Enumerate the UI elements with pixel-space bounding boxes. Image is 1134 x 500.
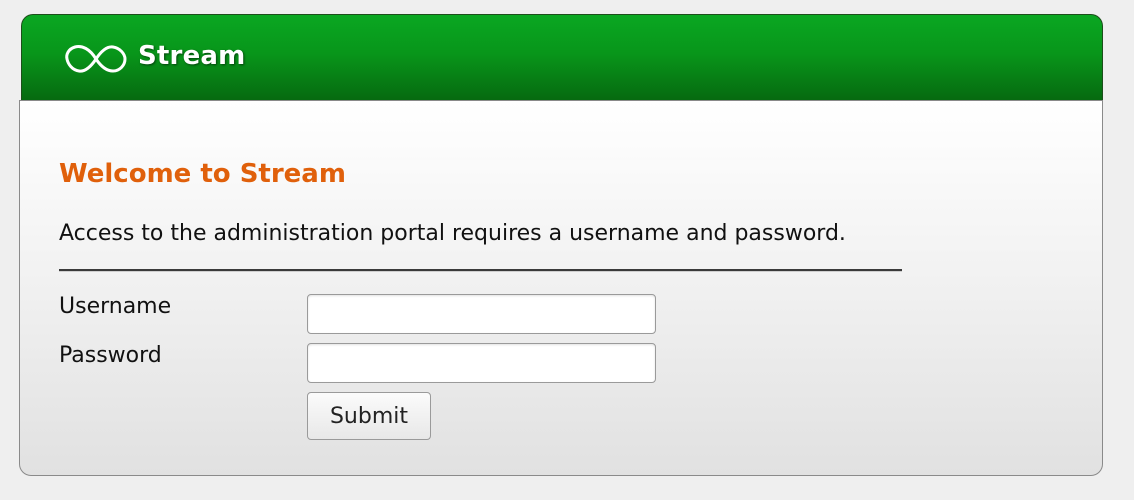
- password-label: Password: [59, 343, 162, 368]
- welcome-heading: Welcome to Stream: [59, 159, 346, 189]
- header-bar: Stream: [21, 14, 1103, 100]
- username-label: Username: [59, 294, 172, 319]
- app-title: Stream: [138, 41, 246, 71]
- submit-button[interactable]: Submit: [307, 392, 431, 440]
- access-description: Access to the administration portal requ…: [59, 221, 846, 246]
- login-panel: Welcome to Stream Access to the administ…: [19, 100, 1103, 476]
- infinity-icon: [65, 45, 127, 73]
- username-input[interactable]: [307, 294, 656, 334]
- password-input[interactable]: [307, 343, 656, 383]
- login-window: Stream Welcome to Stream Access to the a…: [19, 14, 1103, 476]
- divider: [59, 269, 902, 272]
